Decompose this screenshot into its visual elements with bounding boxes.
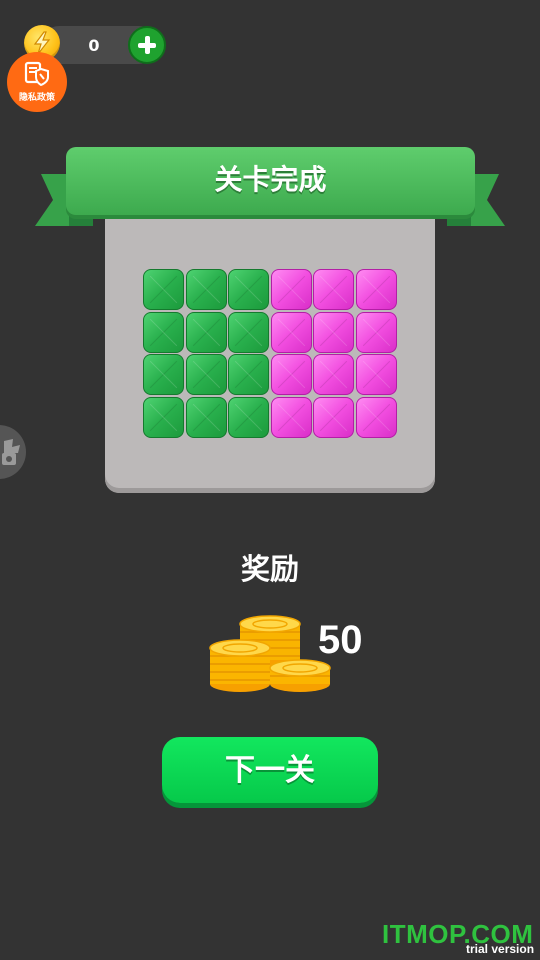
pink-gem-block: [355, 311, 397, 353]
side-tool-button[interactable]: [0, 425, 26, 479]
pink-gem-block: [270, 269, 312, 310]
pink-gem-block: [355, 354, 397, 395]
level-complete-title: 关卡完成: [214, 163, 327, 196]
gem-grid: [143, 269, 398, 439]
green-gem-block: [228, 354, 269, 395]
document-shield-icon: [24, 61, 49, 86]
pink-gem-block: [313, 354, 354, 395]
pink-gem-block: [313, 396, 354, 438]
pink-gem-block: [355, 269, 397, 310]
side-tool-icon: [2, 439, 20, 465]
privacy-policy-button[interactable]: 隐私政策: [7, 52, 67, 112]
green-gem-block: [185, 354, 227, 395]
watermark-trial: trial version: [466, 942, 535, 956]
next-level-button[interactable]: 下一关: [162, 737, 378, 803]
pink-gem-block: [313, 269, 354, 310]
pink-gem-block: [313, 311, 354, 353]
green-gem-block: [143, 396, 184, 438]
pink-gem-block: [355, 396, 397, 438]
pink-gem-block: [270, 311, 312, 353]
green-gem-block: [143, 269, 184, 310]
green-gem-block: [185, 311, 227, 353]
green-gem-block: [228, 269, 269, 310]
coin-stack-icon: [209, 615, 331, 692]
reward-title: 奖励: [240, 552, 299, 586]
privacy-policy-label: 隐私政策: [18, 93, 55, 103]
level-complete-banner: 关卡完成: [66, 147, 475, 215]
green-gem-block: [185, 396, 227, 438]
green-gem-block: [143, 311, 184, 353]
add-coins-button[interactable]: [128, 26, 166, 64]
green-gem-block: [185, 269, 227, 310]
reward-amount: 50: [318, 618, 363, 662]
pink-gem-block: [270, 354, 312, 395]
pink-gem-block: [270, 396, 312, 438]
green-gem-block: [228, 311, 269, 353]
next-level-label: 下一关: [225, 753, 315, 788]
green-gem-block: [143, 354, 184, 395]
green-gem-block: [228, 396, 269, 438]
